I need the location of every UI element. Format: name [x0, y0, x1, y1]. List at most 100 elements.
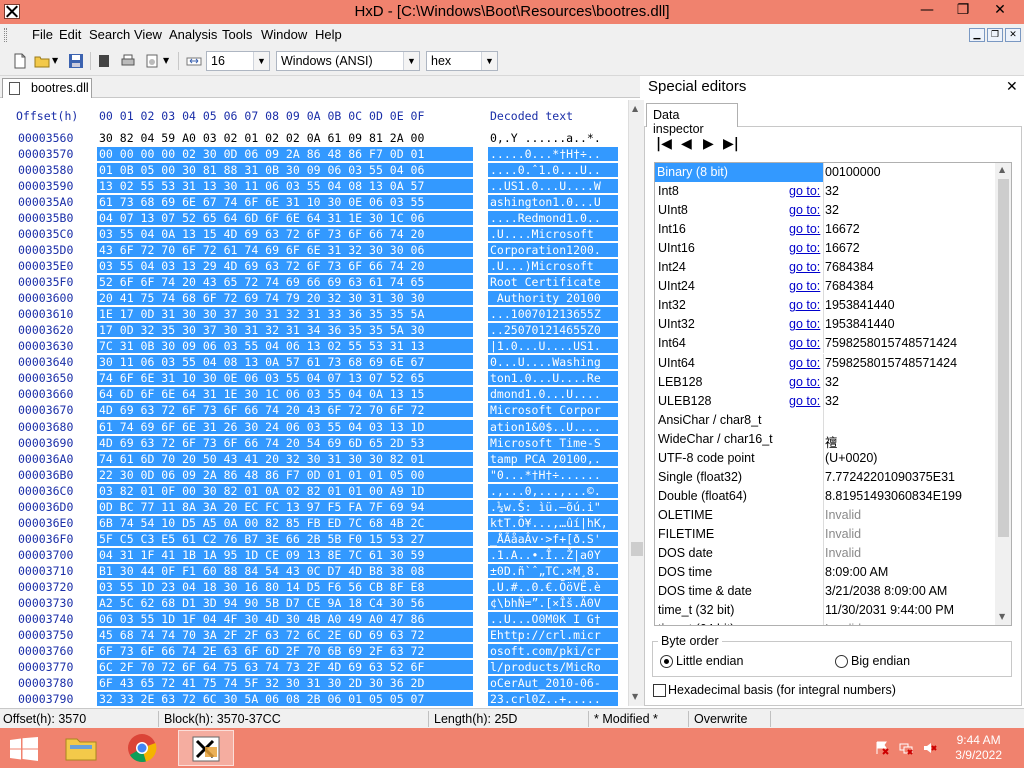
inspector-row[interactable]: Int64 go to: 7598258015748571424: [655, 334, 995, 354]
inspector-field-value[interactable]: 7598258015748571424: [825, 356, 957, 370]
hex-bytes-row[interactable]: 45 68 74 74 70 3A 2F 2F 63 72 6C 2E 6D 6…: [97, 627, 473, 642]
inspector-field-value[interactable]: Invalid: [825, 622, 861, 625]
hex-bytes-row[interactable]: A2 5C 62 68 D1 3D 94 90 5B D7 CE 9A 18 C…: [97, 595, 473, 610]
inspector-field-value[interactable]: 7.77242201090375E31: [825, 470, 955, 484]
scroll-down-icon[interactable]: ▼: [632, 692, 638, 701]
goto-link[interactable]: go to:: [789, 222, 820, 236]
decoded-text-row[interactable]: Root Certificate: [488, 275, 618, 290]
properties-dropdown-icon[interactable]: ▼: [163, 56, 169, 65]
inspector-row[interactable]: OLETIME Invalid: [655, 505, 995, 525]
decoded-text-row[interactable]: 0,.Y ......a..*.: [490, 131, 601, 145]
decoded-text-row[interactable]: .,...0,...,...©.: [488, 483, 618, 498]
new-file-icon[interactable]: [12, 53, 28, 69]
chevron-down-icon[interactable]: ▼: [403, 52, 419, 70]
inspector-field-value[interactable]: 00100000: [825, 165, 881, 179]
scrollbar-thumb[interactable]: [998, 179, 1009, 537]
decoded-text-row[interactable]: dmond1.0...U....: [488, 387, 618, 402]
hex-bytes-row[interactable]: 30 11 06 03 55 04 08 13 0A 57 61 73 68 6…: [97, 355, 473, 370]
decoded-text-row[interactable]: oCerAut_2010-06-: [488, 675, 618, 690]
decoded-text-row[interactable]: ....0.ˆ1.0...U..: [488, 163, 618, 178]
bytes-per-row-select[interactable]: 16 ▼: [206, 51, 270, 71]
inspector-row[interactable]: UInt32 go to: 1953841440: [655, 315, 995, 335]
goto-link[interactable]: go to:: [789, 336, 820, 350]
decoded-text-row[interactable]: ..250701214655Z0: [488, 323, 618, 338]
hex-bytes-row[interactable]: 6F 43 65 72 41 75 74 5F 32 30 31 30 2D 3…: [97, 675, 473, 690]
inspector-field-value[interactable]: 3/21/2038 8:09:00 AM: [825, 584, 947, 598]
hex-bytes-row[interactable]: 74 61 6D 70 20 50 43 41 20 32 30 31 30 3…: [97, 451, 473, 466]
hex-bytes-row[interactable]: 7C 31 0B 30 09 06 03 55 04 06 13 02 55 5…: [97, 339, 473, 354]
inspector-row[interactable]: Int16 go to: 16672: [655, 220, 995, 240]
hex-bytes-row[interactable]: 01 0B 05 00 30 81 88 31 0B 30 09 06 03 5…: [97, 163, 473, 178]
hex-bytes-row[interactable]: 04 31 1F 41 1B 1A 95 1D CE 09 13 8E 7C 6…: [97, 547, 473, 562]
decoded-text-row[interactable]: ¢\bhÑ=”.[×Îš.Ä0V: [488, 595, 618, 610]
little-endian-label[interactable]: Little endian: [676, 654, 743, 668]
decoded-text-row[interactable]: .U.#..0.€.ÕöVË.è: [488, 579, 618, 594]
inspector-field-value[interactable]: 32: [825, 184, 839, 198]
hex-bytes-row[interactable]: 22 30 0D 06 09 2A 86 48 86 F7 0D 01 01 0…: [97, 467, 473, 482]
hex-bytes-row[interactable]: 43 6F 72 70 6F 72 61 74 69 6F 6E 31 32 3…: [97, 243, 473, 258]
inspector-row[interactable]: DOS date Invalid: [655, 544, 995, 563]
volume-muted-icon[interactable]: [923, 741, 937, 755]
decoded-text-row[interactable]: ..US1.0...U....W: [488, 179, 618, 194]
inspector-field-value[interactable]: 8.81951493060834E199: [825, 489, 962, 503]
open-dropdown-icon[interactable]: ▼: [52, 56, 58, 65]
decoded-text-row[interactable]: ...100701213655Z: [488, 307, 618, 322]
goto-link[interactable]: go to:: [789, 279, 820, 293]
inspector-row[interactable]: UInt64 go to: 7598258015748571424: [655, 353, 995, 373]
hex-basis-checkbox[interactable]: [653, 684, 666, 697]
inspector-row[interactable]: DOS time 8:09:00 AM: [655, 563, 995, 583]
goto-link[interactable]: go to:: [789, 394, 820, 408]
file-explorer-taskbar-button[interactable]: [56, 730, 106, 766]
decoded-text-row[interactable]: ation1&0$..U....: [488, 419, 618, 434]
decoded-text-row[interactable]: Microsoft Corpor: [488, 403, 618, 418]
inspector-row[interactable]: Int8 go to: 32: [655, 182, 995, 202]
hex-bytes-row[interactable]: 03 55 1D 23 04 18 30 16 80 14 D5 F6 56 C…: [97, 579, 473, 594]
hex-bytes-row[interactable]: 5F C5 C3 E5 61 C2 76 B7 3E 66 2B 5B F0 1…: [97, 531, 473, 546]
hex-editor-view[interactable]: Offset(h) 00 01 02 03 04 05 06 07 08 09 …: [0, 98, 628, 706]
inspector-field-value[interactable]: 7684384: [825, 279, 874, 293]
inspector-field-value[interactable]: 32: [825, 203, 839, 217]
menu-search[interactable]: Search: [89, 27, 130, 42]
next-icon[interactable]: ▶: [703, 136, 714, 152]
hex-bytes-row[interactable]: 6B 74 54 10 D5 A5 0A 00 82 85 FB ED 7C 6…: [97, 515, 473, 530]
decoded-text-row[interactable]: .1.A..•.Î..Ž|a0Y: [488, 547, 618, 562]
inspector-field-value[interactable]: Invalid: [825, 546, 861, 560]
inspector-field-value[interactable]: 7598258015748571424: [825, 336, 957, 350]
hex-bytes-row[interactable]: B1 30 44 0F F1 60 88 84 54 43 0C D7 4D B…: [97, 563, 473, 578]
hex-bytes-row[interactable]: 61 73 68 69 6E 67 74 6F 6E 31 10 30 0E 0…: [97, 195, 473, 210]
inspector-field-value[interactable]: 11/30/2031 9:44:00 PM: [825, 603, 954, 617]
inspector-row[interactable]: AnsiChar / char8_t: [655, 410, 995, 430]
mdi-minimize-button[interactable]: ▁: [969, 28, 985, 42]
inspector-field-value[interactable]: 8:09:00 AM: [825, 565, 888, 579]
hex-bytes-row[interactable]: 4D 69 63 72 6F 73 6F 66 74 20 43 6F 72 7…: [97, 403, 473, 418]
little-endian-radio[interactable]: [660, 655, 673, 668]
big-endian-label[interactable]: Big endian: [851, 654, 910, 668]
taskbar-clock[interactable]: 9:44 AM 3/9/2022: [955, 733, 1002, 763]
decoded-text-row[interactable]: ....Redmond1.0..: [488, 211, 618, 226]
decoded-text-row[interactable]: ton1.0...U....Re: [488, 371, 618, 386]
decoded-text-row[interactable]: .U...)Microsoft: [488, 259, 618, 274]
goto-link[interactable]: go to:: [789, 298, 820, 312]
inspector-row[interactable]: time_t (64 bit) Invalid: [655, 620, 995, 625]
decoded-text-row[interactable]: .¼w.Š: ìü.—õú.i": [488, 499, 618, 514]
decoded-text-row[interactable]: Microsoft Time-S: [488, 435, 618, 450]
network-icon[interactable]: [899, 741, 913, 755]
flag-icon[interactable]: [875, 741, 889, 755]
properties-icon[interactable]: [144, 53, 160, 69]
decoded-text-row[interactable]: .U....Microsoft: [488, 227, 618, 242]
decoded-text-row[interactable]: 23.crl0Z..+.....: [488, 692, 618, 706]
print-icon[interactable]: [120, 53, 136, 69]
inspector-field-value[interactable]: (U+0020): [825, 451, 877, 465]
inspector-row[interactable]: WideChar / char16_t 䄠: [655, 429, 995, 450]
decoded-text-row[interactable]: tamp PCA 20100,.: [488, 451, 618, 466]
mdi-restore-button[interactable]: ❐: [987, 28, 1003, 42]
first-icon[interactable]: |◀: [656, 136, 672, 152]
inspector-row[interactable]: Single (float32) 7.77242201090375E31: [655, 467, 995, 487]
hex-bytes-row[interactable]: 64 6D 6F 6E 64 31 1E 30 1C 06 03 55 04 0…: [97, 387, 473, 402]
decoded-text-row[interactable]: ±0D.ñ`ˆ„TC.×M¸8.: [488, 563, 618, 578]
hex-bytes-row[interactable]: 52 6F 6F 74 20 43 65 72 74 69 66 69 63 6…: [97, 275, 473, 290]
inspector-scrollbar[interactable]: ▲ ▼: [995, 163, 1011, 625]
hex-bytes-row[interactable]: 1E 17 0D 31 30 30 37 30 31 32 31 33 36 3…: [97, 307, 473, 322]
decoded-text-row[interactable]: "0...*†H†÷......: [488, 467, 618, 482]
offset-base-select[interactable]: hex ▼: [426, 51, 498, 71]
